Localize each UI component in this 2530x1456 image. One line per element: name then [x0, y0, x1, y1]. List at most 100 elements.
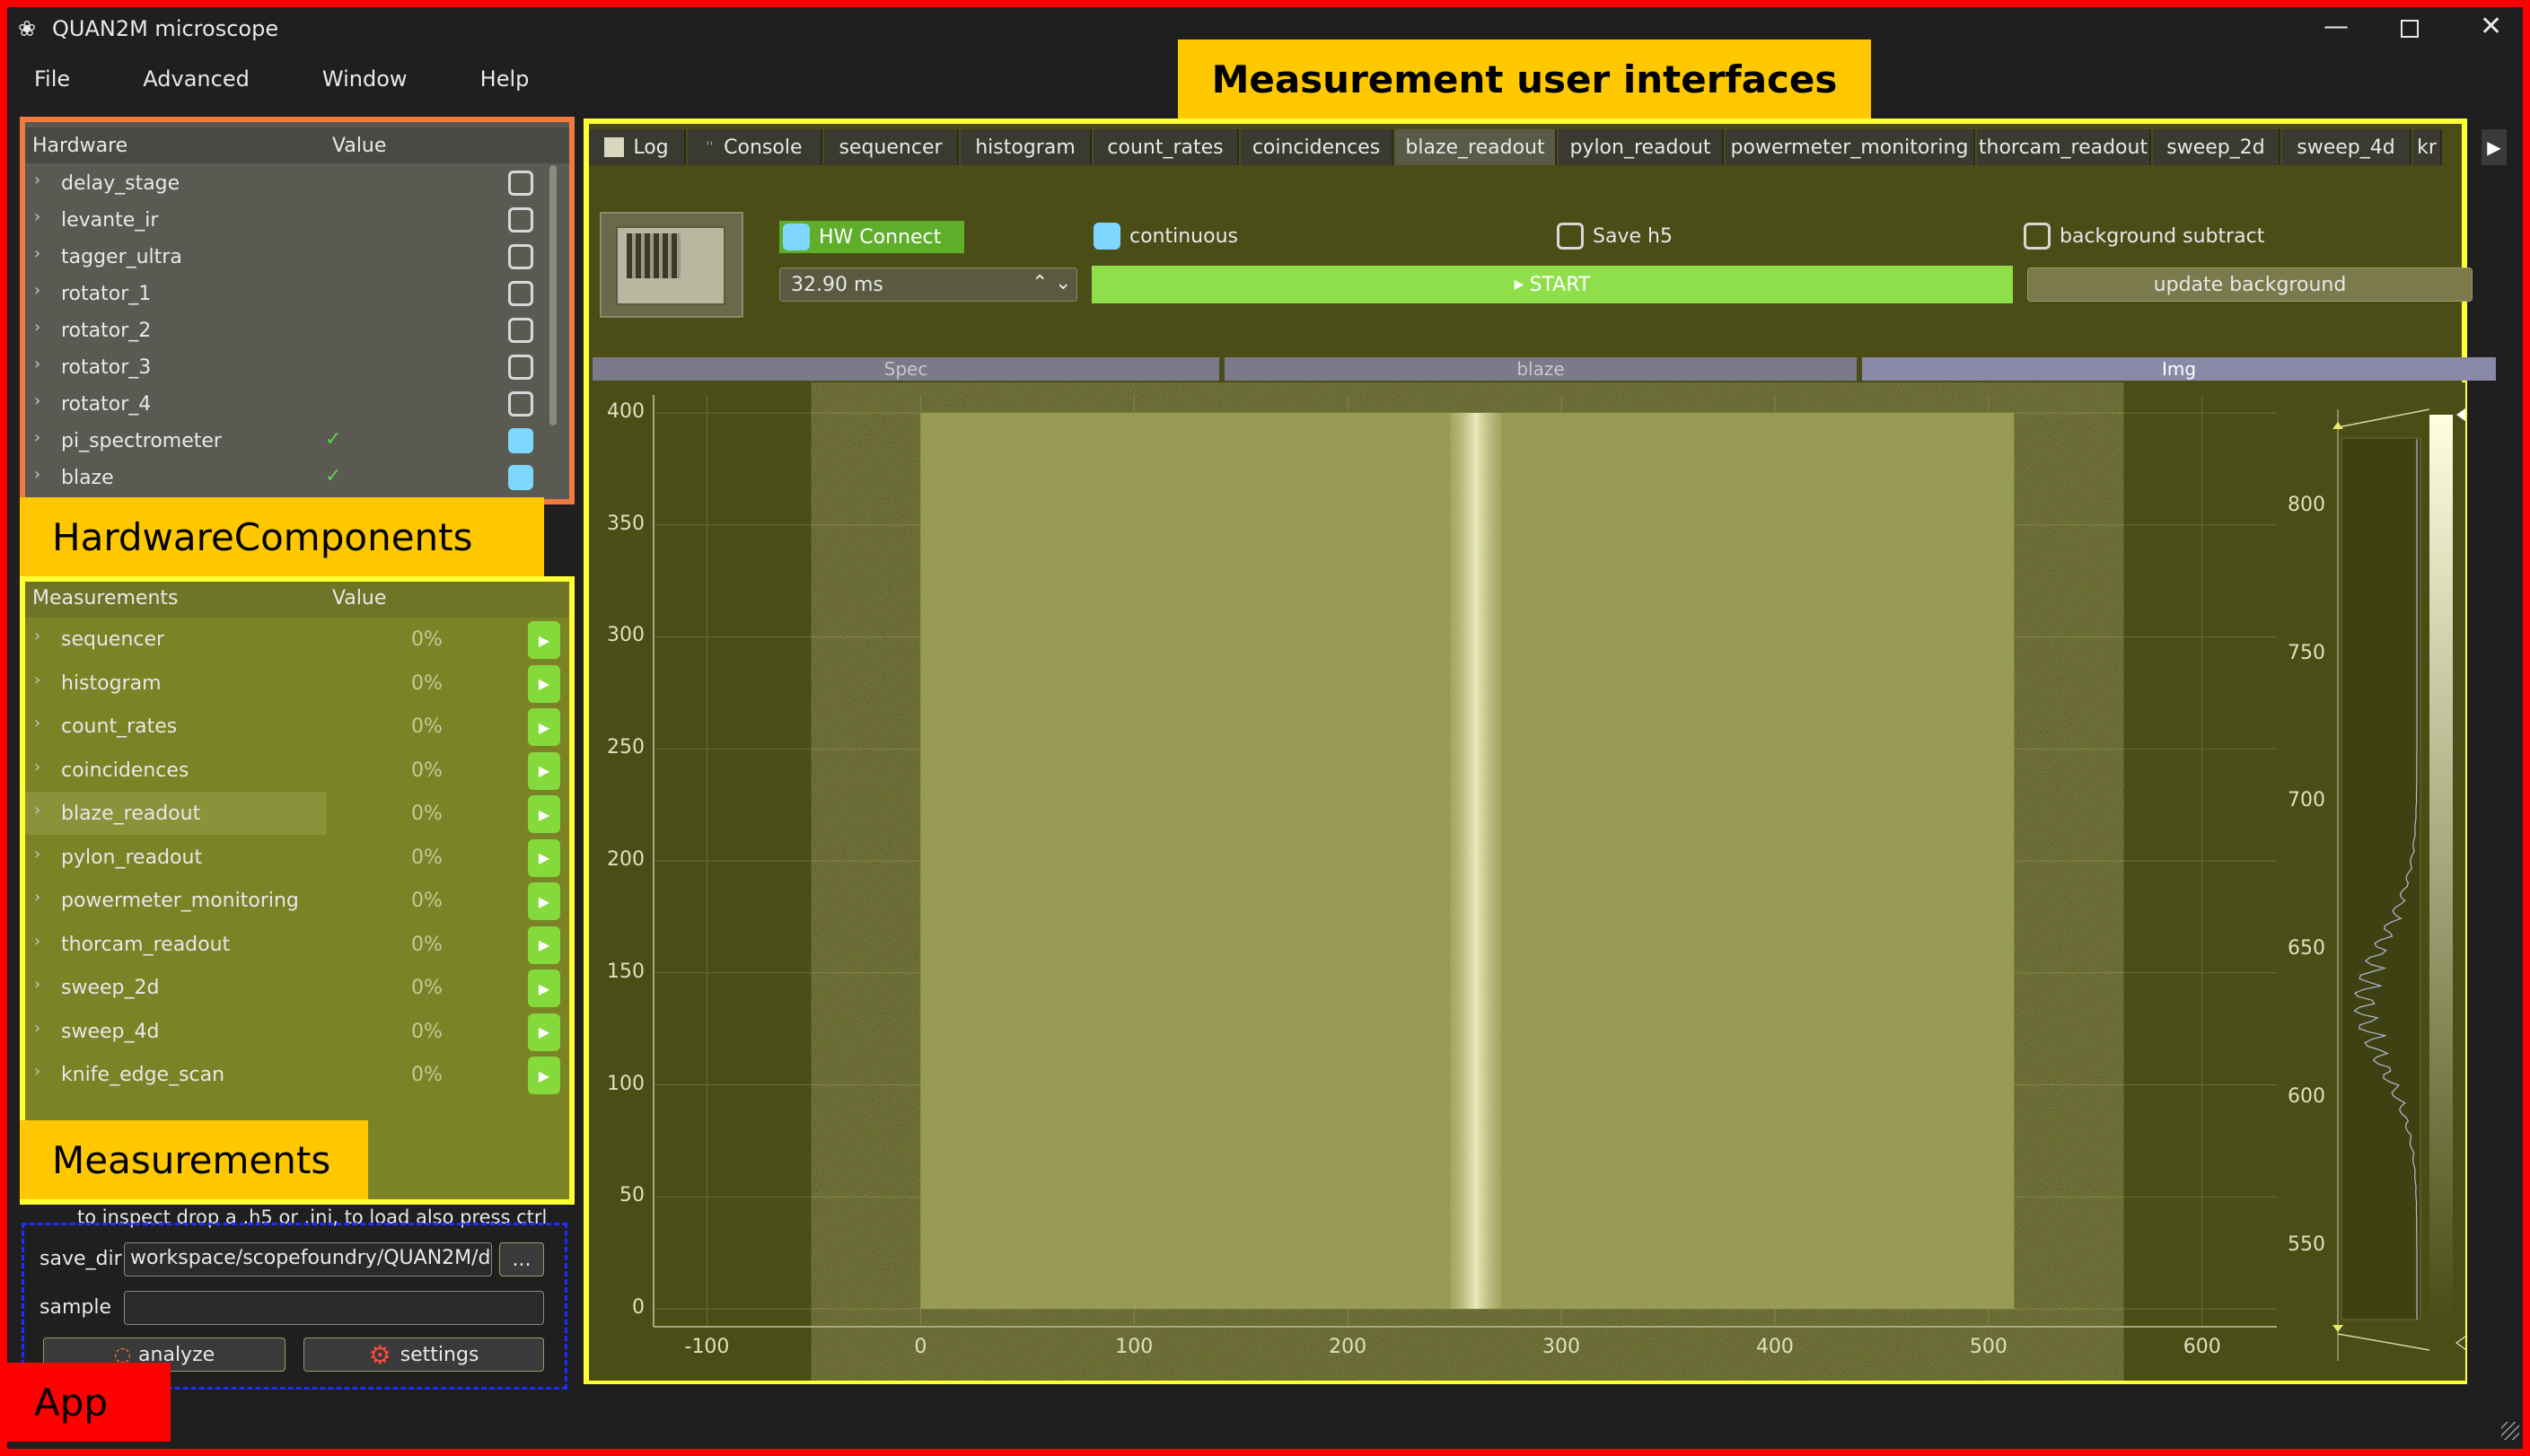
- maximize-icon[interactable]: [2401, 20, 2419, 38]
- tab-blaze-readout[interactable]: blaze_readout: [1395, 129, 1557, 165]
- expand-chevron-icon[interactable]: ›: [34, 758, 40, 776]
- hardware-row[interactable]: › tagger_ultra: [25, 239, 549, 276]
- hardware-row[interactable]: › rotator_4: [25, 386, 549, 423]
- expand-chevron-icon[interactable]: ›: [34, 1062, 40, 1081]
- tab-sequencer[interactable]: sequencer: [824, 129, 959, 165]
- update-background-button[interactable]: update background: [2027, 268, 2473, 302]
- hardware-row[interactable]: › rotator_2: [25, 312, 549, 349]
- expand-chevron-icon[interactable]: ›: [34, 845, 40, 864]
- hardware-row[interactable]: › delay_stage: [25, 165, 549, 202]
- tab-coincidences[interactable]: coincidences: [1241, 129, 1393, 165]
- expand-chevron-icon[interactable]: ›: [34, 171, 40, 189]
- connect-checkbox[interactable]: [508, 244, 533, 269]
- measurement-row[interactable]: › sequencer 0% ▶: [25, 618, 569, 661]
- hardware-scrollbar[interactable]: [549, 165, 557, 425]
- connect-checkbox[interactable]: [508, 465, 533, 490]
- menu-file[interactable]: File: [34, 66, 70, 92]
- connect-checkbox[interactable]: [508, 391, 533, 417]
- background-subtract-checkbox[interactable]: background subtract: [2024, 223, 2264, 250]
- tab-console[interactable]: '' Console: [688, 129, 822, 165]
- run-measurement-button[interactable]: ▶: [528, 795, 560, 833]
- run-measurement-button[interactable]: ▶: [528, 1013, 560, 1051]
- measurement-row[interactable]: › sweep_2d 0% ▶: [25, 966, 569, 1009]
- run-measurement-button[interactable]: ▶: [528, 664, 560, 703]
- image-plot[interactable]: [589, 382, 2465, 1381]
- resize-grip-icon[interactable]: [2501, 1422, 2519, 1440]
- expand-chevron-icon[interactable]: ›: [34, 244, 40, 263]
- minimize-icon[interactable]: —: [2324, 11, 2349, 40]
- tab-powermeter-monitoring[interactable]: powermeter_monitoring: [1726, 129, 1975, 165]
- run-measurement-button[interactable]: ▶: [528, 621, 560, 659]
- expand-chevron-icon[interactable]: ›: [34, 207, 40, 226]
- tab-scroll-right-icon[interactable]: ▶: [2482, 129, 2507, 165]
- connect-checkbox[interactable]: [508, 428, 533, 453]
- expand-chevron-icon[interactable]: ›: [34, 627, 40, 645]
- sample-field[interactable]: [124, 1291, 544, 1325]
- measurement-row[interactable]: › count_rates 0% ▶: [25, 705, 569, 748]
- expand-chevron-icon[interactable]: ›: [34, 281, 40, 300]
- connect-checkbox[interactable]: [508, 355, 533, 380]
- hardware-row[interactable]: › rotator_3: [25, 349, 549, 386]
- tab-log[interactable]: Log: [589, 129, 686, 165]
- expand-chevron-icon[interactable]: ›: [34, 318, 40, 337]
- expand-chevron-icon[interactable]: ›: [34, 671, 40, 689]
- connect-checkbox[interactable]: [508, 171, 533, 196]
- menu-help[interactable]: Help: [480, 66, 530, 92]
- run-measurement-button[interactable]: ▶: [528, 751, 560, 790]
- tab-sweep-4d[interactable]: sweep_4d: [2282, 129, 2411, 165]
- connect-checkbox[interactable]: [508, 318, 533, 343]
- exposure-up-icon[interactable]: ⌃: [1032, 272, 1048, 294]
- browse-button[interactable]: ...: [499, 1242, 544, 1276]
- subtab-blaze[interactable]: blaze: [1225, 357, 1857, 381]
- measurement-row[interactable]: › thorcam_readout 0% ▶: [25, 923, 569, 966]
- hardware-row[interactable]: › levante_ir: [25, 202, 549, 239]
- menu-window[interactable]: Window: [322, 66, 408, 92]
- expand-chevron-icon[interactable]: ›: [34, 714, 40, 732]
- subtab-img[interactable]: Img: [1862, 357, 2496, 381]
- continuous-checkbox[interactable]: continuous: [1094, 223, 1238, 250]
- run-measurement-button[interactable]: ▶: [528, 838, 560, 877]
- run-measurement-button[interactable]: ▶: [528, 925, 560, 964]
- measurement-row[interactable]: › blaze_readout 0% ▶: [25, 792, 569, 835]
- tab-histogram[interactable]: histogram: [961, 129, 1092, 165]
- run-measurement-button[interactable]: ▶: [528, 708, 560, 746]
- save-dir-field[interactable]: workspace/scopefoundry/QUAN2M/data: [124, 1242, 492, 1276]
- menu-advanced[interactable]: Advanced: [143, 66, 250, 92]
- close-icon[interactable]: ✕: [2480, 11, 2502, 42]
- hardware-row[interactable]: › pi_spectrometer ✓: [25, 423, 549, 460]
- tab-pylon-readout[interactable]: pylon_readout: [1559, 129, 1724, 165]
- tab-sweep-2d[interactable]: sweep_2d: [2153, 129, 2280, 165]
- expand-chevron-icon[interactable]: ›: [34, 888, 40, 907]
- measurement-row[interactable]: › coincidences 0% ▶: [25, 749, 569, 792]
- run-measurement-button[interactable]: ▶: [528, 882, 560, 920]
- expand-chevron-icon[interactable]: ›: [34, 391, 40, 410]
- hardware-row[interactable]: › blaze ✓: [25, 460, 549, 496]
- expand-chevron-icon[interactable]: ›: [34, 801, 40, 820]
- start-button[interactable]: ▶ START: [1092, 266, 2013, 303]
- exposure-spinbox[interactable]: 32.90 ms ⌃ ⌄: [779, 268, 1077, 302]
- subtab-spec[interactable]: Spec: [593, 357, 1219, 381]
- measurement-row[interactable]: › powermeter_monitoring 0% ▶: [25, 879, 569, 922]
- measurement-row[interactable]: › pylon_readout 0% ▶: [25, 836, 569, 879]
- expand-chevron-icon[interactable]: ›: [34, 975, 40, 994]
- measurement-row[interactable]: › histogram 0% ▶: [25, 662, 569, 705]
- save-h5-checkbox[interactable]: Save h5: [1557, 223, 1673, 250]
- connect-checkbox[interactable]: [508, 207, 533, 232]
- tab-thorcam-readout[interactable]: thorcam_readout: [1977, 129, 2151, 165]
- expand-chevron-icon[interactable]: ›: [34, 355, 40, 373]
- measurement-row[interactable]: › sweep_4d 0% ▶: [25, 1010, 569, 1053]
- tab-kr[interactable]: kr: [2413, 129, 2442, 165]
- connect-checkbox[interactable]: [508, 281, 533, 306]
- settings-button[interactable]: ⚙ settings: [303, 1338, 544, 1372]
- run-measurement-button[interactable]: ▶: [528, 969, 560, 1007]
- expand-chevron-icon[interactable]: ›: [34, 932, 40, 951]
- tab-count-rates[interactable]: count_rates: [1094, 129, 1239, 165]
- run-measurement-button[interactable]: ▶: [528, 1057, 560, 1094]
- measurement-row[interactable]: › knife_edge_scan 0% ▶: [25, 1053, 569, 1096]
- hardware-row[interactable]: › rotator_1: [25, 276, 549, 312]
- hw-connect-toggle[interactable]: HW Connect: [779, 221, 964, 253]
- expand-chevron-icon[interactable]: ›: [34, 428, 40, 447]
- exposure-down-icon[interactable]: ⌄: [1055, 272, 1071, 294]
- expand-chevron-icon[interactable]: ›: [34, 465, 40, 484]
- expand-chevron-icon[interactable]: ›: [34, 1019, 40, 1038]
